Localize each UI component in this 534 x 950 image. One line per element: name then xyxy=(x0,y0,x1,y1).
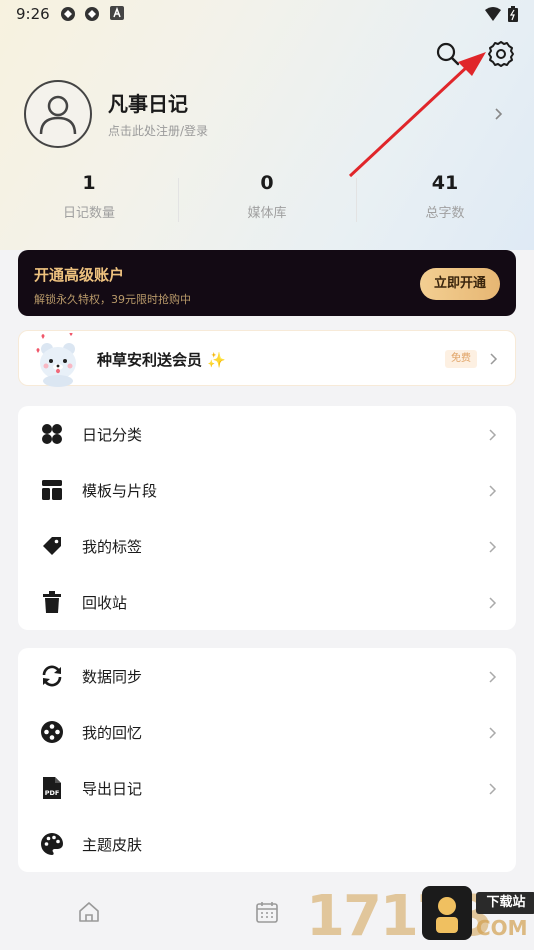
vip-subtitle: 解锁永久特权，39元限时抢购中 xyxy=(34,293,191,306)
login-prompt[interactable]: 点击此处注册/登录 xyxy=(108,122,208,139)
pdf-icon: PDF xyxy=(40,776,64,800)
notification-icon xyxy=(84,6,100,22)
user-icon xyxy=(39,95,77,135)
stat-value: 1 xyxy=(82,172,96,194)
menu-item-data-sync[interactable]: 数据同步 xyxy=(18,648,516,704)
menu-item-memories[interactable]: 我的回忆 xyxy=(18,704,516,760)
watermark-icon xyxy=(422,886,472,940)
status-bar: 9:26 xyxy=(0,0,534,28)
menu-item-label: 日记分类 xyxy=(82,426,143,444)
vip-title: 开通高级账户 xyxy=(34,266,125,284)
category-icon xyxy=(40,422,64,446)
menu-item-tags[interactable]: 我的标签 xyxy=(18,518,516,574)
stat-media-library[interactable]: 0 媒体库 xyxy=(178,172,356,221)
stat-word-count[interactable]: 41 总字数 xyxy=(356,172,534,221)
menu-item-label: 我的标签 xyxy=(82,538,143,556)
palette-icon xyxy=(40,832,64,856)
bear-mascot-icon xyxy=(33,332,83,391)
stat-value: 41 xyxy=(431,172,459,194)
menu-item-label: 我的回忆 xyxy=(82,724,143,742)
menu-item-templates[interactable]: 模板与片段 xyxy=(18,462,516,518)
text-notification-icon xyxy=(110,6,124,20)
watermark-domain: COM xyxy=(476,916,528,940)
chevron-right-icon xyxy=(488,427,498,446)
battery-icon xyxy=(508,6,518,22)
menu-item-label: 导出日记 xyxy=(82,780,143,798)
chevron-right-icon xyxy=(488,483,498,502)
stat-label: 日记数量 xyxy=(62,206,115,221)
notification-icon xyxy=(60,6,76,22)
vip-banner[interactable]: 开通高级账户 解锁永久特权，39元限时抢购中 立即开通 xyxy=(18,250,516,316)
template-icon xyxy=(40,478,64,502)
memory-icon xyxy=(40,720,64,744)
menu-item-label: 主题皮肤 xyxy=(82,836,143,854)
profile-name[interactable]: 凡事日记 xyxy=(108,88,188,117)
chevron-right-icon xyxy=(488,725,498,744)
stat-value: 0 xyxy=(260,172,274,194)
calendar-icon[interactable] xyxy=(255,900,279,928)
chevron-right-icon xyxy=(488,669,498,688)
stats-row: 1 日记数量 0 媒体库 41 总字数 xyxy=(0,172,534,232)
menu-item-diary-category[interactable]: 日记分类 xyxy=(18,406,516,462)
sync-icon xyxy=(40,664,64,688)
menu-item-label: 回收站 xyxy=(82,594,128,612)
menu-item-label: 数据同步 xyxy=(82,668,143,686)
gear-icon[interactable] xyxy=(487,40,515,68)
status-time: 9:26 xyxy=(16,5,50,23)
watermark-logo: 17173 下载站 COM xyxy=(306,884,534,950)
tag-icon xyxy=(40,534,64,558)
chevron-right-icon[interactable] xyxy=(494,106,504,125)
chevron-right-icon xyxy=(489,351,499,370)
menu-item-theme[interactable]: 主题皮肤 xyxy=(18,816,516,872)
stat-label: 总字数 xyxy=(425,206,465,221)
wifi-icon xyxy=(484,6,502,22)
search-icon[interactable] xyxy=(434,40,462,68)
watermark-badge: 下载站 xyxy=(476,892,534,914)
chevron-right-icon xyxy=(488,539,498,558)
chevron-right-icon xyxy=(488,595,498,614)
svg-text:PDF: PDF xyxy=(45,789,60,797)
stat-label: 媒体库 xyxy=(247,206,287,221)
avatar[interactable] xyxy=(24,80,92,148)
upgrade-button[interactable]: 立即开通 xyxy=(420,268,500,300)
promo-card[interactable]: 种草安利送会员 ✨ 免费 xyxy=(18,330,516,387)
chevron-right-icon xyxy=(488,781,498,800)
menu-card-1: 日记分类 模板与片段 我的标签 回收站 xyxy=(18,406,516,630)
menu-card-2: 数据同步 我的回忆 PDF 导出日记 主题皮肤 xyxy=(18,648,516,872)
menu-item-export-diary[interactable]: PDF 导出日记 xyxy=(18,760,516,816)
home-icon[interactable] xyxy=(77,900,101,928)
trash-icon xyxy=(40,590,64,614)
free-badge: 免费 xyxy=(445,350,477,368)
promo-text: 种草安利送会员 ✨ xyxy=(97,351,226,369)
menu-item-label: 模板与片段 xyxy=(82,482,158,500)
menu-item-recycle-bin[interactable]: 回收站 xyxy=(18,574,516,630)
stat-diary-count[interactable]: 1 日记数量 xyxy=(0,172,178,221)
